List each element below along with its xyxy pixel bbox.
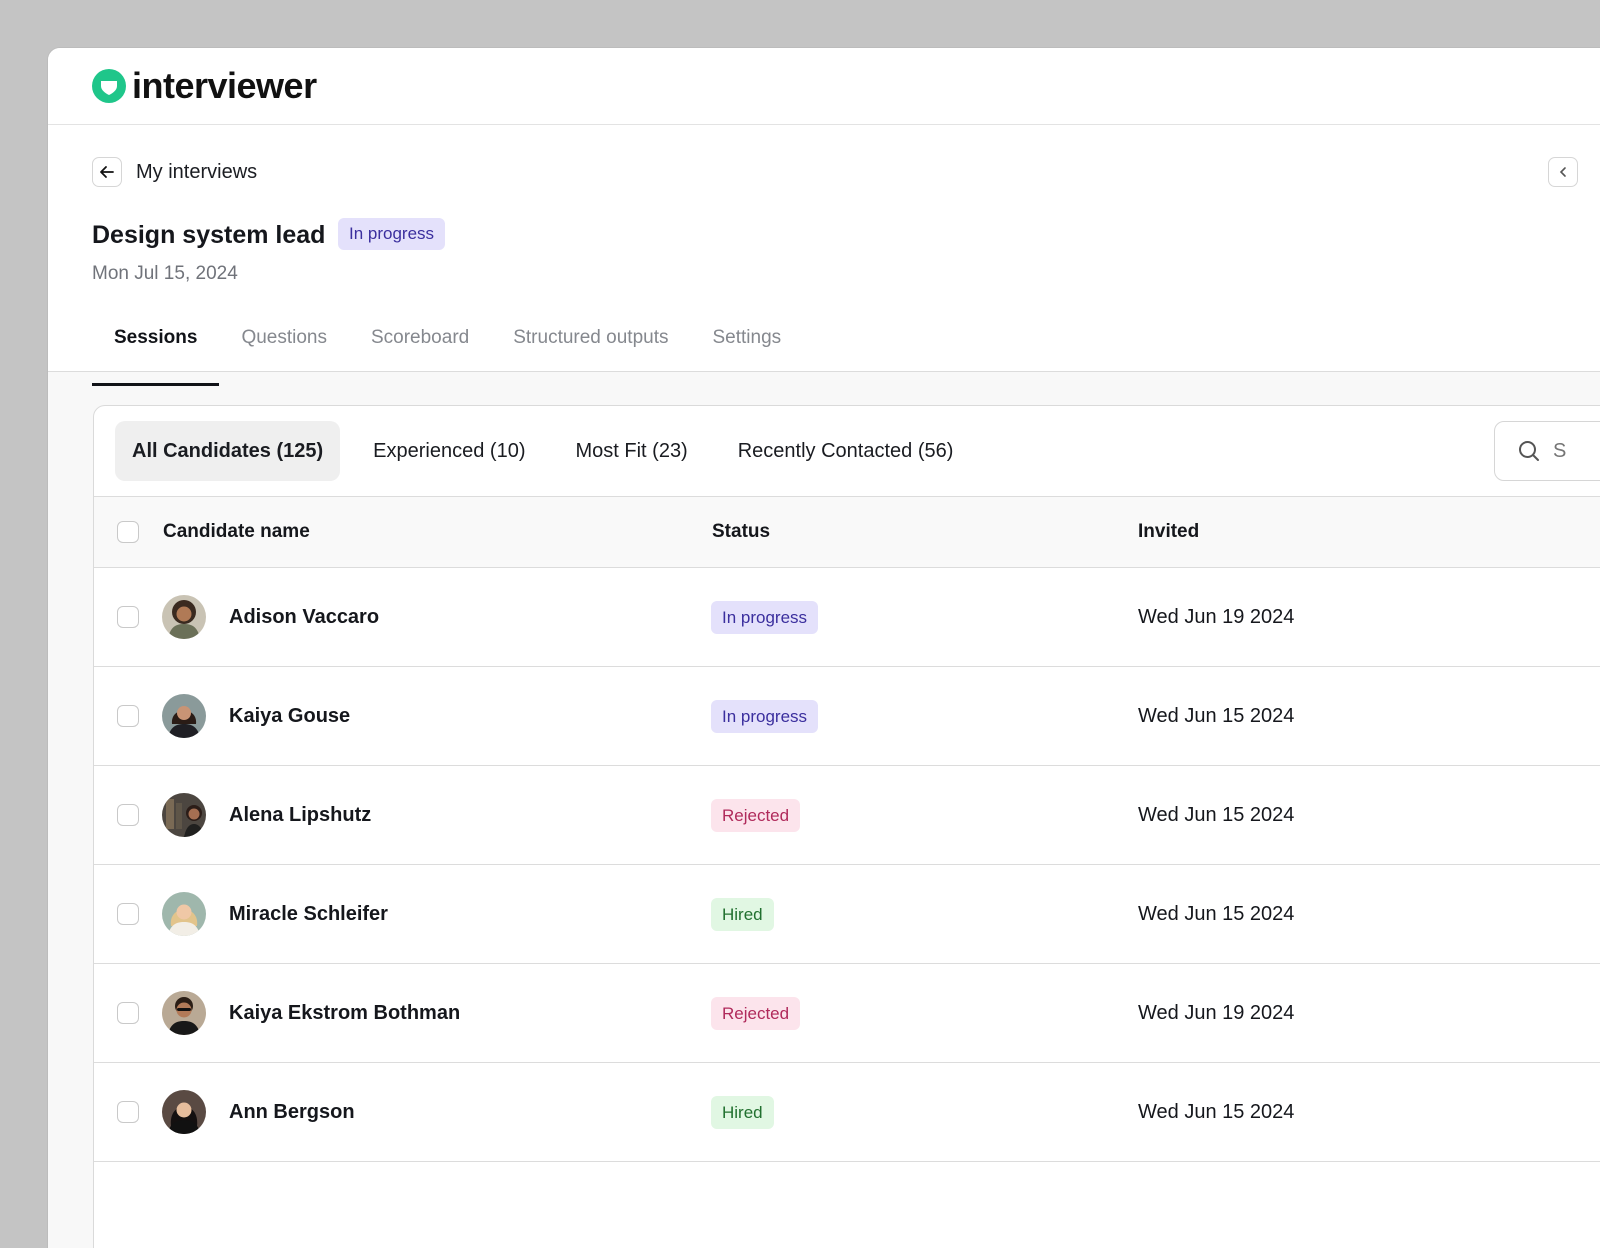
table-row[interactable]: Miracle Schleifer Hired Wed Jun 15 2024 — [94, 865, 1600, 964]
status-badge: Rejected — [711, 997, 801, 1030]
table-row[interactable]: Adison Vaccaro In progress Wed Jun 19 20… — [94, 568, 1600, 667]
filter-experienced[interactable]: Experienced (10) — [356, 421, 542, 481]
row-checkbox[interactable] — [117, 903, 139, 925]
table-row[interactable]: Kaiya Gouse In progress Wed Jun 15 2024 — [94, 667, 1600, 766]
page-header: My interviews Design system lead In prog… — [48, 125, 1600, 386]
logo-shield-icon — [92, 69, 126, 103]
interview-date: Mon Jul 15, 2024 — [92, 263, 238, 284]
status-badge: Hired — [711, 898, 774, 931]
tab-bar: Sessions Questions Scoreboard Structured… — [92, 321, 803, 386]
invited-date: Wed Jun 15 2024 — [1138, 1101, 1295, 1123]
avatar — [162, 694, 206, 738]
search-box[interactable] — [1494, 421, 1600, 481]
table-row[interactable]: Kaiya Ekstrom Bothman Rejected Wed Jun 1… — [94, 964, 1600, 1063]
collapse-panel-button[interactable] — [1548, 157, 1578, 187]
arrow-left-icon — [100, 166, 114, 178]
status-badge: In progress — [711, 700, 819, 733]
filter-tabs: All Candidates (125) Experienced (10) Mo… — [115, 421, 986, 481]
column-invited[interactable]: Invited — [1138, 521, 1199, 543]
chevron-left-icon — [1559, 167, 1566, 177]
tab-questions[interactable]: Questions — [219, 321, 349, 371]
avatar — [162, 1090, 206, 1134]
invited-date: Wed Jun 19 2024 — [1138, 606, 1295, 628]
avatar — [162, 793, 206, 837]
filter-most-fit[interactable]: Most Fit (23) — [558, 421, 704, 481]
column-status[interactable]: Status — [712, 521, 770, 543]
avatar — [162, 892, 206, 936]
invited-date: Wed Jun 15 2024 — [1138, 705, 1295, 727]
tab-sessions[interactable]: Sessions — [92, 321, 220, 386]
candidate-name[interactable]: Kaiya Gouse — [229, 705, 350, 728]
logo[interactable]: interviewer — [92, 68, 317, 104]
top-bar: interviewer — [48, 48, 1600, 125]
candidate-name[interactable]: Adison Vaccaro — [229, 606, 379, 629]
column-candidate-name[interactable]: Candidate name — [163, 521, 310, 543]
candidate-name[interactable]: Miracle Schleifer — [229, 903, 388, 926]
filter-all-candidates[interactable]: All Candidates (125) — [115, 421, 341, 481]
avatar — [162, 991, 206, 1035]
tab-settings[interactable]: Settings — [690, 321, 803, 371]
row-checkbox[interactable] — [117, 705, 139, 727]
row-checkbox[interactable] — [117, 1101, 139, 1123]
tab-scoreboard[interactable]: Scoreboard — [349, 321, 491, 371]
search-input[interactable] — [1553, 439, 1600, 463]
status-badge: Hired — [711, 1096, 774, 1129]
invited-date: Wed Jun 15 2024 — [1138, 804, 1295, 826]
avatar — [162, 595, 206, 639]
invited-date: Wed Jun 15 2024 — [1138, 903, 1295, 925]
candidate-name[interactable]: Ann Bergson — [229, 1101, 355, 1124]
app-window: interviewer My interviews Design system … — [48, 48, 1600, 1248]
page-title: Design system lead — [92, 221, 326, 249]
row-checkbox[interactable] — [117, 804, 139, 826]
select-all-checkbox[interactable] — [117, 521, 139, 543]
table-row[interactable]: Alena Lipshutz Rejected Wed Jun 15 2024 — [94, 766, 1600, 865]
status-badge: Rejected — [711, 799, 801, 832]
search-icon — [1519, 441, 1539, 461]
breadcrumb-my-interviews[interactable]: My interviews — [136, 161, 257, 184]
status-badge: In progress — [711, 601, 819, 634]
table-row[interactable]: Ann Bergson Hired Wed Jun 15 2024 — [94, 1063, 1600, 1162]
filter-recently-contacted[interactable]: Recently Contacted (56) — [721, 421, 971, 481]
table-header: Candidate name Status Invited — [94, 496, 1600, 568]
back-button[interactable] — [92, 157, 122, 187]
row-checkbox[interactable] — [117, 1002, 139, 1024]
invited-date: Wed Jun 19 2024 — [1138, 1002, 1295, 1024]
candidate-name[interactable]: Kaiya Ekstrom Bothman — [229, 1002, 460, 1025]
brand-name: interviewer — [132, 65, 317, 106]
interview-status-badge: In progress — [338, 218, 446, 250]
tab-structured-outputs[interactable]: Structured outputs — [491, 321, 690, 371]
candidate-name[interactable]: Alena Lipshutz — [229, 804, 371, 827]
row-checkbox[interactable] — [117, 606, 139, 628]
candidates-panel: All Candidates (125) Experienced (10) Mo… — [93, 405, 1600, 1248]
